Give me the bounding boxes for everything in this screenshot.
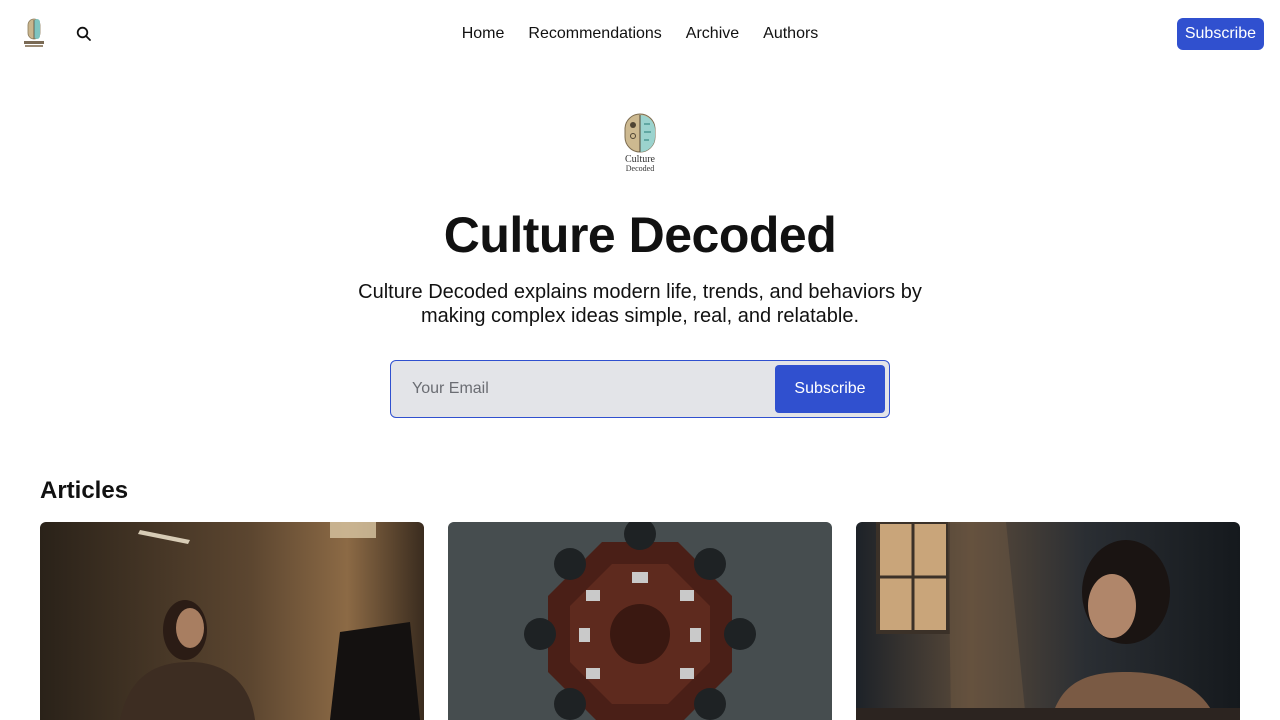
subscribe-button[interactable]: Subscribe xyxy=(775,365,885,413)
subscribe-form: Subscribe xyxy=(390,360,890,418)
hero-logo: Culture Decoded xyxy=(617,112,663,174)
nav-link-recommendations[interactable]: Recommendations xyxy=(528,22,661,46)
nav-link-home[interactable]: Home xyxy=(462,22,505,46)
articles-heading: Articles xyxy=(40,477,129,504)
article-thumbnail-1 xyxy=(40,522,424,720)
article-card-3[interactable] xyxy=(856,522,1240,720)
article-card-1[interactable] xyxy=(40,522,424,720)
nav-link-archive[interactable]: Archive xyxy=(686,22,739,46)
article-card-2[interactable] xyxy=(448,522,832,720)
article-thumbnail-3 xyxy=(856,522,1240,720)
email-input[interactable] xyxy=(392,362,772,416)
publication-description: Culture Decoded explains modern life, tr… xyxy=(358,281,922,327)
header-subscribe-button[interactable]: Subscribe xyxy=(1176,18,1264,50)
page-title: Culture Decoded xyxy=(443,207,837,263)
article-thumbnail-2 xyxy=(448,522,832,720)
main-nav: Home Recommendations Archive Authors xyxy=(0,22,1280,46)
nav-link-authors[interactable]: Authors xyxy=(763,22,818,46)
top-navigation: Home Recommendations Archive Authors Sub… xyxy=(0,0,1280,68)
svg-text:Decoded: Decoded xyxy=(626,164,654,173)
